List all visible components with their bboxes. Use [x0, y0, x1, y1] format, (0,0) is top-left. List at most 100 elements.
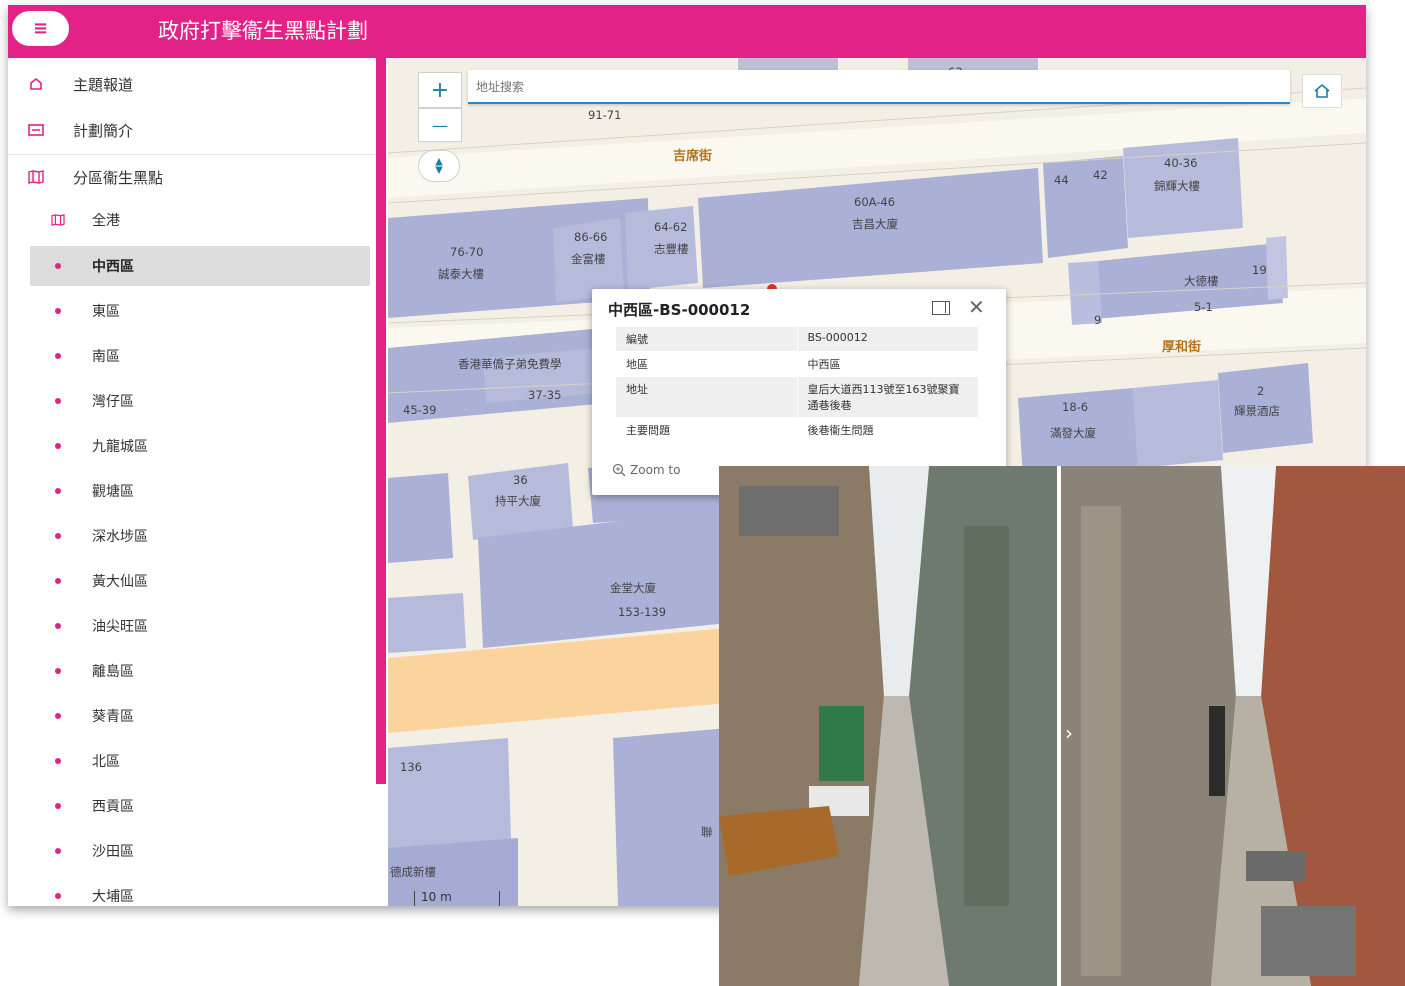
table-row: 主要問題 後巷衞生問題 — [616, 417, 978, 443]
map-label: 大德樓 — [1184, 274, 1219, 288]
district-item[interactable]: 油尖旺區 — [30, 606, 370, 646]
home-icon — [26, 74, 46, 94]
map-label: 18-6 — [1062, 400, 1089, 414]
district-label: 東區 — [92, 304, 120, 320]
attribute-value: 皇后大道西113號至163號聚寶通巷後巷 — [797, 376, 978, 418]
map-label: 64-62 — [654, 220, 688, 234]
sidebar-scrollbar[interactable] — [376, 58, 386, 784]
dock-icon[interactable] — [932, 301, 950, 315]
district-item[interactable]: 黃大仙區 — [30, 561, 370, 601]
map-label: 誠泰大樓 — [438, 267, 484, 281]
district-label: 西貢區 — [92, 799, 134, 815]
map-label: 136 — [400, 760, 422, 774]
district-label: 觀塘區 — [92, 484, 134, 500]
map-label: 德成新樓 — [390, 865, 436, 879]
bullet-icon — [55, 623, 61, 629]
attribute-value: BS-000012 — [797, 327, 978, 352]
attribute-value: 後巷衞生問題 — [797, 417, 978, 443]
bullet-icon — [55, 263, 61, 269]
map-label: 香港華僑子弟免費學 — [458, 357, 562, 371]
popup-title: 中西區-BS-000012 — [608, 301, 751, 319]
district-label: 沙田區 — [92, 844, 134, 860]
map-label: 153-139 — [618, 605, 667, 619]
home-button[interactable] — [1302, 74, 1342, 108]
bullet-icon — [55, 758, 61, 764]
map-label: 輝景酒店 — [1234, 404, 1280, 418]
app-header: ≡ 政府打擊衞生黑點計劃 — [8, 5, 1366, 58]
district-item[interactable]: 沙田區 — [30, 831, 370, 871]
map-label: 2 — [1257, 384, 1265, 398]
popup-attribute-table: 編號 BS-000012 地區 中西區 地址 皇后大道西113號至163號聚寶通巷後巷… — [616, 327, 978, 443]
map-icon — [50, 212, 66, 228]
zoom-icon — [612, 463, 626, 477]
hamburger-menu-icon[interactable]: ≡ — [12, 11, 69, 46]
district-item[interactable]: 南區 — [30, 336, 370, 376]
table-row: 地址 皇后大道西113號至163號聚寶通巷後巷 — [616, 376, 978, 418]
sidebar-item-districts[interactable]: 分區衞生黑點 — [8, 155, 376, 199]
bullet-icon — [55, 848, 61, 854]
district-label: 南區 — [92, 349, 120, 365]
district-label: 油尖旺區 — [92, 619, 148, 635]
map-label: 40-36 — [1164, 156, 1198, 170]
street-label: 吉席街 — [673, 149, 713, 164]
close-icon[interactable]: ✕ — [968, 295, 985, 319]
map-label: 86-66 — [574, 230, 608, 244]
district-label: 全港 — [92, 213, 120, 229]
map-label: 91-71 — [588, 108, 622, 122]
district-item[interactable]: 離島區 — [30, 651, 370, 691]
alley-photo: › — [1061, 466, 1405, 986]
district-item-central-western[interactable]: 中西區 — [30, 246, 370, 286]
district-item[interactable]: 深水埗區 — [30, 516, 370, 556]
zoom-in-button[interactable]: + — [418, 72, 462, 108]
district-item-all[interactable]: 全港 — [30, 200, 370, 240]
table-row: 地區 中西區 — [616, 351, 978, 377]
district-item[interactable]: 東區 — [30, 291, 370, 331]
home-icon — [1314, 83, 1330, 98]
district-item[interactable]: 西貢區 — [30, 786, 370, 826]
street-label: 厚和街 — [1162, 340, 1202, 355]
bullet-icon — [55, 443, 61, 449]
bullet-icon — [55, 398, 61, 404]
district-label: 離島區 — [92, 664, 134, 680]
district-item[interactable]: 灣仔區 — [30, 381, 370, 421]
bullet-icon — [55, 308, 61, 314]
sidebar-item-news[interactable]: 主題報道 — [8, 62, 376, 106]
map-label: 持平大廈 — [495, 494, 541, 508]
map-label: 44 — [1054, 173, 1069, 187]
district-item[interactable]: 北區 — [30, 741, 370, 781]
district-item[interactable]: 大埔區 — [30, 876, 370, 906]
map-scale-bar: 10 m — [414, 891, 500, 906]
bullet-icon — [55, 803, 61, 809]
district-label: 北區 — [92, 754, 120, 770]
map-label: 吉昌大廈 — [852, 217, 898, 231]
attribute-key: 主要問題 — [616, 417, 798, 443]
map-label: 聯 — [701, 825, 713, 839]
search-input[interactable] — [476, 76, 1256, 98]
zoom-out-button[interactable]: — — [418, 108, 462, 142]
district-item[interactable]: 觀塘區 — [30, 471, 370, 511]
map-label: 5-1 — [1194, 300, 1213, 314]
map-label: 錦輝大樓 — [1154, 179, 1200, 193]
alley-photo — [719, 466, 1057, 986]
bullet-icon — [55, 488, 61, 494]
district-item[interactable]: 葵青區 — [30, 696, 370, 736]
attribute-key: 地區 — [616, 351, 798, 377]
sidebar: 主題報道 計劃簡介 分區衞生黑點 全港 中西區 東區 南區 灣仔區 九龍城區 觀… — [8, 58, 376, 906]
district-label: 灣仔區 — [92, 394, 134, 410]
bullet-icon — [55, 578, 61, 584]
chevron-right-icon[interactable]: › — [1065, 721, 1073, 745]
compass-icon[interactable] — [418, 150, 460, 182]
feature-popup: 中西區-BS-000012 ✕ 編號 BS-000012 地區 中西區 地址 皇后大道… — [592, 289, 1006, 495]
address-search[interactable] — [468, 70, 1290, 104]
bullet-icon — [55, 713, 61, 719]
app-title: 政府打擊衞生黑點計劃 — [158, 19, 368, 43]
map-label: 42 — [1093, 168, 1108, 182]
district-item[interactable]: 九龍城區 — [30, 426, 370, 466]
district-label: 九龍城區 — [92, 439, 148, 455]
zoom-to-label: Zoom to — [630, 463, 681, 477]
sidebar-item-intro[interactable]: 計劃簡介 — [8, 108, 376, 152]
bullet-icon — [55, 668, 61, 674]
attribute-key: 地址 — [616, 376, 798, 418]
zoom-to-button[interactable]: Zoom to — [612, 463, 680, 477]
table-row: 編號 BS-000012 — [616, 327, 978, 352]
